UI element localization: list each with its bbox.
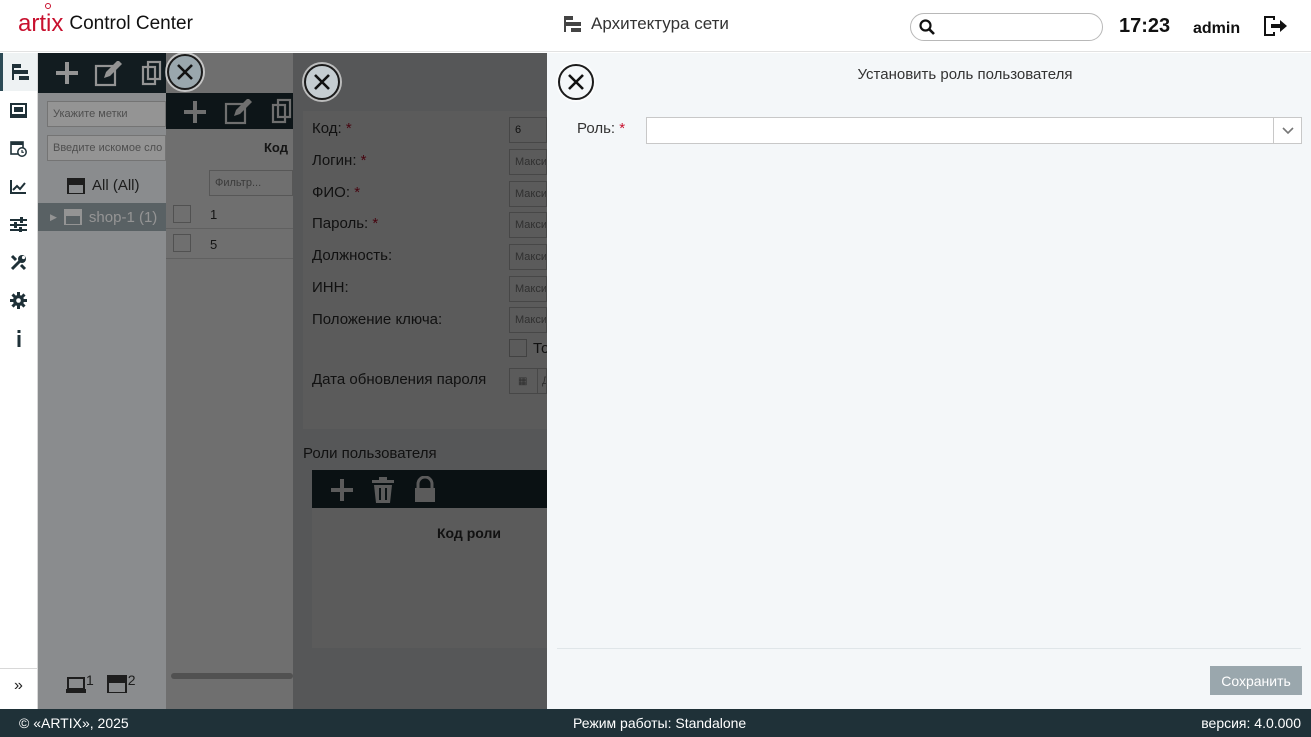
tools-icon — [10, 254, 27, 270]
network-tree-icon — [11, 64, 29, 80]
dialog-title: Установить роль пользователя — [857, 66, 1073, 83]
info-icon — [17, 329, 20, 347]
user-name[interactable]: admin — [1193, 20, 1240, 38]
page-title: Архитектура сети — [563, 14, 729, 34]
network-tree-icon — [564, 16, 581, 32]
cash-register-icon — [10, 103, 27, 118]
modal-backdrop-3 — [293, 53, 547, 709]
search-icon — [919, 19, 935, 35]
logo-product: Control Center — [69, 13, 193, 34]
close-button[interactable] — [167, 54, 203, 90]
sidebar-item-tools[interactable] — [0, 243, 37, 281]
sidebar-item-schedule[interactable] — [0, 129, 37, 167]
close-icon — [177, 64, 193, 80]
work-mode: Режим работы: Standalone — [573, 715, 747, 731]
global-search[interactable] — [910, 13, 1103, 41]
sidebar-expand-button[interactable]: » — [0, 668, 37, 703]
background-workspace: Укажите метки Введите искомое сло All (A… — [38, 53, 547, 709]
dialog-body: Установить роль пользователя Роль: * — [557, 53, 1302, 649]
sidebar-item-settings[interactable] — [0, 205, 37, 243]
chart-icon — [10, 179, 26, 194]
logout-button[interactable] — [1262, 14, 1288, 41]
status-bar: © «ARTIX», 2025 Режим работы: Standalone… — [0, 709, 1311, 737]
calendar-clock-icon — [10, 140, 27, 157]
sidebar-item-network[interactable] — [0, 53, 37, 91]
sidebar-item-pos[interactable] — [0, 91, 37, 129]
logo-brand: arti x — [18, 3, 63, 36]
chevron-double-right-icon: » — [14, 677, 23, 694]
role-label: Роль: * — [577, 120, 626, 137]
close-icon — [314, 74, 330, 90]
search-input[interactable] — [941, 19, 1091, 35]
gear-icon — [10, 291, 27, 309]
logout-icon — [1264, 16, 1287, 36]
version: версия: 4.0.000 — [1201, 715, 1301, 731]
role-select[interactable] — [646, 117, 1302, 144]
set-role-dialog: Установить роль пользователя Роль: * Сох… — [547, 53, 1311, 709]
sliders-icon — [10, 216, 27, 232]
sidebar-item-reports[interactable] — [0, 167, 37, 205]
save-button[interactable]: Сохранить — [1210, 666, 1302, 695]
page-title-text: Архитектура сети — [591, 14, 729, 33]
chevron-down-icon — [1281, 126, 1294, 134]
copyright: © «ARTIX», 2025 — [19, 715, 129, 731]
sidebar: » — [0, 53, 38, 709]
sidebar-item-system[interactable] — [0, 281, 37, 319]
sidebar-item-about[interactable] — [0, 319, 37, 357]
logo[interactable]: arti x Control Center — [18, 3, 193, 36]
clock: 17:23 — [1119, 15, 1171, 37]
app-header: arti x Control Center Архитектура сети 17… — [0, 0, 1311, 52]
role-dropdown-toggle[interactable] — [1273, 118, 1301, 143]
close-button[interactable] — [304, 64, 340, 100]
